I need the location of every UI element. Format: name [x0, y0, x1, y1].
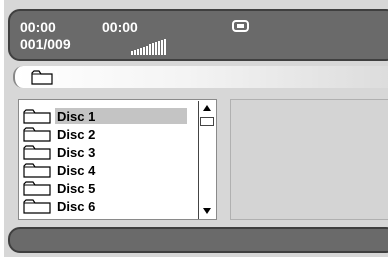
track-counter: 001/009: [20, 36, 71, 52]
list-item-label: Disc 3: [57, 145, 96, 160]
volume-bar: [137, 48, 139, 55]
elapsed-time: 00:00: [20, 19, 56, 35]
info-bar: [8, 227, 388, 253]
volume-bar: [134, 49, 136, 55]
list-item[interactable]: Disc 3: [23, 144, 198, 161]
preview-panel: [230, 99, 388, 220]
volume-bar: [164, 38, 166, 55]
list-item[interactable]: Disc 6: [23, 198, 198, 215]
list-item[interactable]: Disc 2: [23, 126, 198, 143]
volume-bar: [131, 51, 133, 55]
list-item[interactable]: Disc 5: [23, 180, 198, 197]
status-bar: 00:00 001/009 00:00: [8, 9, 388, 61]
volume-bar: [155, 42, 157, 55]
list-item-label: Disc 6: [57, 199, 96, 214]
scroll-down-arrow-icon[interactable]: [199, 205, 216, 219]
volume-bar: [149, 44, 151, 55]
list-item[interactable]: Disc 1: [23, 108, 198, 125]
list-scrollbar[interactable]: [198, 101, 216, 219]
volume-meter: [131, 38, 166, 55]
path-bar: \: [13, 66, 388, 88]
folder-icon: [23, 199, 51, 219]
volume-bar: [161, 40, 163, 55]
volume-bar: [158, 41, 160, 55]
volume-bar: [152, 43, 154, 55]
list-item-label: Disc 2: [57, 127, 96, 142]
list-item-label: Disc 1: [57, 109, 96, 124]
volume-bar: [146, 45, 148, 55]
repeat-mode-icon: [232, 20, 249, 32]
total-time: 00:00: [102, 19, 138, 35]
scroll-up-arrow-icon[interactable]: [199, 101, 216, 115]
volume-bar: [140, 47, 142, 55]
folder-icon: [31, 70, 53, 85]
volume-bar: [143, 46, 145, 55]
list-item-label: Disc 4: [57, 163, 96, 178]
path-separator: \: [55, 68, 59, 84]
list-item[interactable]: Disc 4: [23, 162, 198, 179]
list-item-label: Disc 5: [57, 181, 96, 196]
file-list[interactable]: Disc 1 Disc 2 Disc 3 Disc 4 Disc 5 Disc 6: [18, 99, 217, 220]
scroll-thumb[interactable]: [200, 117, 214, 126]
